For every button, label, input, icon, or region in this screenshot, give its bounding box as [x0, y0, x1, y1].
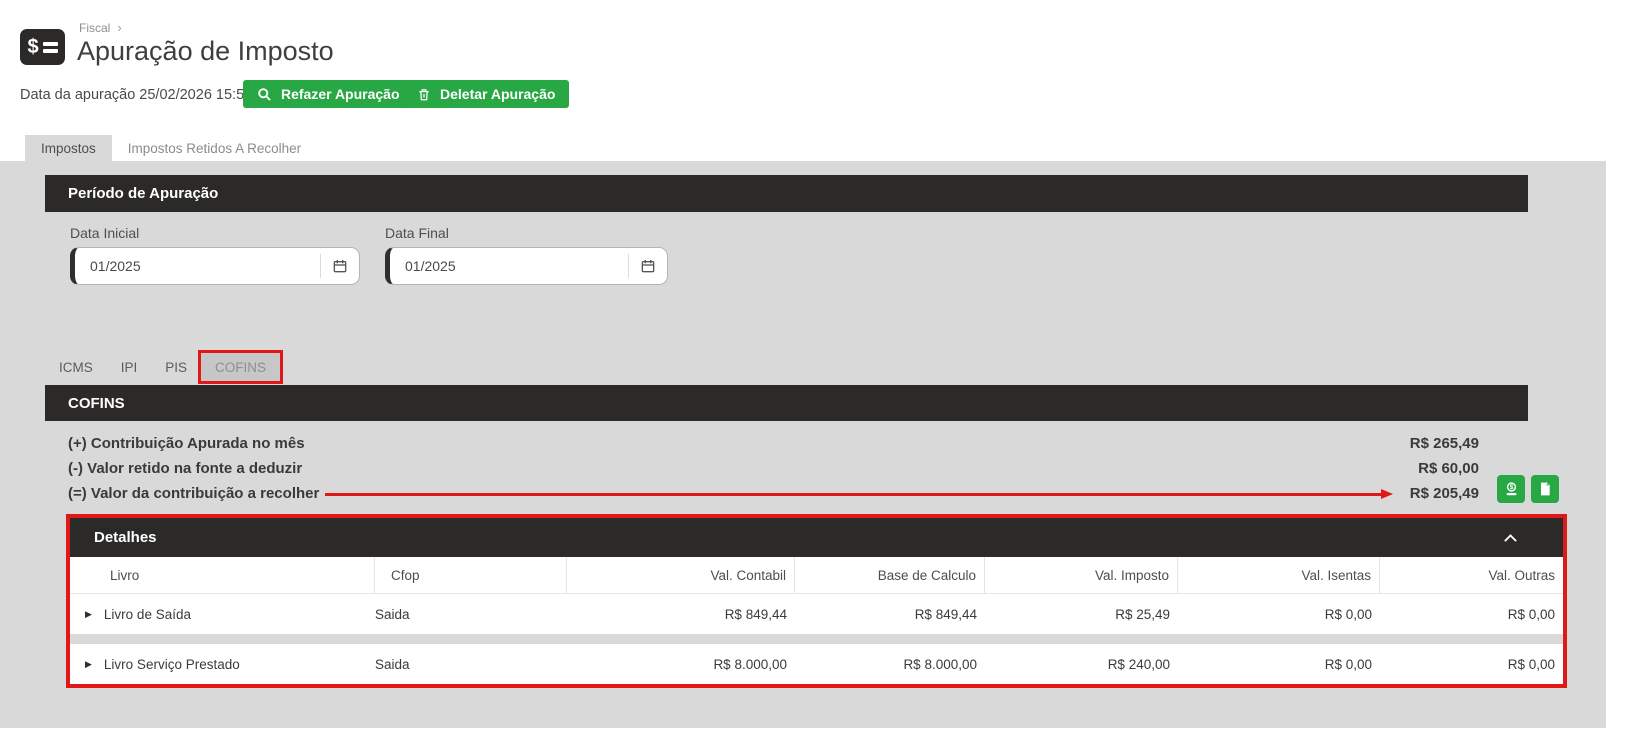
- data-final-value[interactable]: [390, 258, 628, 274]
- summary-value: R$ 205,49: [1410, 485, 1479, 502]
- cell-val-imposto: R$ 25,49: [985, 594, 1178, 634]
- periodo-section-header: Período de Apuração: [45, 175, 1528, 212]
- relatorio-button[interactable]: [1531, 475, 1559, 503]
- summary-label: (=) Valor da contribuição a recolher: [68, 485, 319, 502]
- summary-value: R$ 60,00: [1418, 460, 1479, 477]
- calendar-icon: [332, 258, 348, 274]
- detalhes-annotation-box: Detalhes Livro Cfop Val. Contabil Base d…: [66, 514, 1567, 688]
- column-header-base-de-calculo: Base de Calculo: [795, 557, 985, 593]
- cell-livro: ▶ Livro de Saída: [70, 594, 375, 634]
- tab-impostos-retidos-a-recolher[interactable]: Impostos Retidos A Recolher: [112, 135, 317, 161]
- summary-row-contribuicao-apurada: (+) Contribuição Apurada no mês R$ 265,4…: [68, 431, 1479, 456]
- cell-base-de-calculo: R$ 849,44: [795, 594, 985, 634]
- dollar-glyph: $: [27, 37, 38, 57]
- summary-label: (-) Valor retido na fonte a deduzir: [68, 460, 302, 477]
- main-tabs: Impostos Impostos Retidos A Recolher: [25, 135, 317, 161]
- svg-text:$: $: [1509, 484, 1513, 491]
- apuracao-date-label: Data da apuração 25/02/2026 15:56: [20, 87, 252, 103]
- data-inicial-value[interactable]: [75, 258, 320, 274]
- column-header-livro: Livro: [70, 557, 375, 593]
- column-header-val-imposto: Val. Imposto: [985, 557, 1178, 593]
- summary-label: (+) Contribuição Apurada no mês: [68, 435, 305, 452]
- caret-right-icon[interactable]: ▶: [85, 660, 92, 669]
- column-header-cfop: Cfop: [375, 557, 567, 593]
- tab-impostos[interactable]: Impostos: [25, 135, 112, 161]
- search-icon: [257, 87, 272, 102]
- data-final-input[interactable]: [385, 247, 668, 285]
- table-row-livro-de-saida[interactable]: ▶ Livro de Saída Saida R$ 849,44 R$ 849,…: [70, 594, 1563, 634]
- cell-val-outras: R$ 0,00: [1380, 594, 1563, 634]
- fiscal-module-icon: $: [20, 29, 65, 65]
- data-inicial-input[interactable]: [70, 247, 360, 285]
- cell-val-isentas: R$ 0,00: [1178, 644, 1380, 684]
- data-final-label: Data Final: [385, 225, 668, 241]
- breadcrumb: Fiscal ›: [79, 20, 122, 35]
- tab-icms[interactable]: ICMS: [45, 353, 107, 381]
- cofins-section-header: COFINS: [45, 385, 1528, 421]
- tab-cofins[interactable]: COFINS: [201, 353, 280, 381]
- tax-tabs: ICMS IPI PIS COFINS: [45, 353, 280, 381]
- chevron-up-icon[interactable]: [1503, 533, 1518, 543]
- summary-value: R$ 265,49: [1410, 435, 1479, 452]
- cell-base-de-calculo: R$ 8.000,00: [795, 644, 985, 684]
- periodo-title: Período de Apuração: [68, 185, 218, 202]
- deletar-apuracao-button[interactable]: Deletar Apuração: [403, 80, 569, 108]
- data-inicial-field: Data Inicial: [70, 225, 360, 285]
- breadcrumb-item-fiscal[interactable]: Fiscal: [79, 21, 110, 35]
- summary-row-valor-retido: (-) Valor retido na fonte a deduzir R$ 6…: [68, 456, 1479, 481]
- data-inicial-calendar-button[interactable]: [320, 254, 359, 278]
- deletar-label: Deletar Apuração: [440, 86, 555, 102]
- refazer-apuracao-button[interactable]: Refazer Apuração: [243, 80, 414, 108]
- gerar-pagamento-button[interactable]: $: [1497, 475, 1525, 503]
- page-title: Apuração de Imposto: [77, 36, 334, 67]
- apuracao-de-imposto-screen: $ Fiscal › Apuração de Imposto Data da ap…: [0, 0, 1638, 742]
- tab-pis[interactable]: PIS: [151, 353, 201, 381]
- impostos-panel: Período de Apuração Data Inicial Data Fi…: [0, 161, 1606, 728]
- list-lines: [43, 39, 58, 56]
- money-deposit-icon: $: [1503, 481, 1520, 498]
- data-final-calendar-button[interactable]: [628, 254, 667, 278]
- cell-val-contabil: R$ 849,44: [567, 594, 795, 634]
- calendar-icon: [640, 258, 656, 274]
- column-header-val-isentas: Val. Isentas: [1178, 557, 1380, 593]
- detalhes-title: Detalhes: [94, 529, 157, 546]
- detalhes-table-header: Livro Cfop Val. Contabil Base de Calculo…: [70, 557, 1563, 594]
- data-inicial-label: Data Inicial: [70, 225, 360, 241]
- chevron-right-icon: ›: [117, 20, 121, 35]
- column-header-val-contabil: Val. Contabil: [567, 557, 795, 593]
- livro-label: Livro Serviço Prestado: [104, 657, 240, 672]
- document-icon: [1537, 481, 1553, 497]
- annotation-arrow: [325, 489, 1393, 499]
- cell-val-imposto: R$ 240,00: [985, 644, 1178, 684]
- table-row-livro-servico-prestado[interactable]: ▶ Livro Serviço Prestado Saida R$ 8.000,…: [70, 644, 1563, 684]
- data-final-field: Data Final: [385, 225, 668, 285]
- cell-val-contabil: R$ 8.000,00: [567, 644, 795, 684]
- livro-label: Livro de Saída: [104, 607, 191, 622]
- caret-right-icon[interactable]: ▶: [85, 610, 92, 619]
- refazer-label: Refazer Apuração: [281, 86, 400, 102]
- detalhes-section-header[interactable]: Detalhes: [70, 518, 1563, 557]
- cell-cfop: Saida: [375, 644, 567, 684]
- cofins-title: COFINS: [68, 395, 125, 412]
- cell-val-isentas: R$ 0,00: [1178, 594, 1380, 634]
- column-header-val-outras: Val. Outras: [1380, 557, 1563, 593]
- cell-cfop: Saida: [375, 594, 567, 634]
- trash-icon: [417, 87, 431, 102]
- tab-ipi[interactable]: IPI: [107, 353, 152, 381]
- cell-livro: ▶ Livro Serviço Prestado: [70, 644, 375, 684]
- cell-val-outras: R$ 0,00: [1380, 644, 1563, 684]
